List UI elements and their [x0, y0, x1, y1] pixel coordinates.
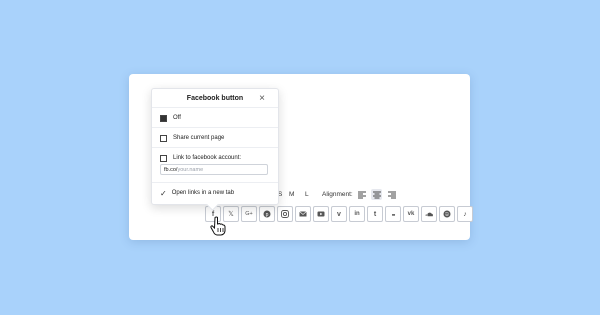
facebook-account-input[interactable]: fb.co/your.name — [160, 164, 268, 175]
vimeo-button[interactable]: v — [331, 206, 347, 222]
tumblr-icon: t — [373, 210, 377, 218]
vimeo-icon: v — [337, 210, 341, 218]
google-plus-button[interactable]: G+ — [241, 206, 257, 222]
align-center-icon — [372, 191, 381, 198]
link-placeholder: your.name — [177, 167, 204, 173]
linkedin-icon: in — [354, 211, 360, 217]
checkmark-icon[interactable]: ✓ — [160, 189, 167, 198]
spotify-button[interactable] — [439, 206, 455, 222]
youtube-button[interactable] — [313, 206, 329, 222]
option-share-current-page[interactable]: Share current page — [152, 127, 278, 148]
tumblr-button[interactable]: t — [367, 206, 383, 222]
align-right-button[interactable] — [386, 189, 397, 200]
size-l-button[interactable]: L — [305, 191, 309, 198]
flickr-icon: ●● — [391, 211, 396, 217]
google-plus-icon: G+ — [245, 211, 253, 217]
instagram-button[interactable] — [277, 206, 293, 222]
youtube-icon — [317, 211, 325, 217]
hand-pointer-cursor-icon — [210, 216, 226, 236]
option-open-new-tab[interactable]: ✓ Open links in a new tab — [152, 182, 278, 203]
tiktok-icon: ♪ — [463, 210, 467, 218]
flickr-button[interactable]: ●● — [385, 206, 401, 222]
email-icon — [299, 211, 307, 217]
align-left-button[interactable] — [356, 189, 367, 200]
close-icon[interactable]: × — [257, 94, 267, 104]
size-m-button[interactable]: M — [289, 191, 294, 198]
svg-text:p: p — [266, 212, 269, 218]
align-left-icon — [357, 191, 366, 198]
open-new-tab-label: Open links in a new tab — [171, 190, 235, 196]
x-icon: 𝕏 — [228, 211, 234, 218]
vk-icon: vk — [407, 211, 415, 217]
tiktok-button[interactable]: ♪ — [457, 206, 473, 222]
linkedin-button[interactable]: in — [349, 206, 365, 222]
align-center-button[interactable] — [371, 189, 382, 200]
social-icons-row: f 𝕏 G+ p v in t ●● vk ♪ — [205, 206, 473, 222]
instagram-icon — [281, 210, 289, 218]
align-right-icon — [387, 191, 396, 198]
checkbox-off[interactable] — [160, 114, 167, 122]
alignment-label: Alignment: — [322, 191, 353, 198]
facebook-button-popup: Facebook button × Off Share current page… — [151, 88, 279, 205]
option-off[interactable]: Off — [152, 107, 278, 128]
option-off-label: Off — [173, 115, 181, 121]
pinterest-icon: p — [263, 210, 271, 218]
checkbox-link-account[interactable] — [160, 154, 167, 162]
link-prefix: fb.co/ — [164, 167, 178, 173]
soundcloud-icon — [425, 212, 433, 217]
vk-button[interactable]: vk — [403, 206, 419, 222]
option-link-label: Link to facebook account: — [173, 155, 242, 161]
pinterest-button[interactable]: p — [259, 206, 275, 222]
spotify-icon — [443, 210, 451, 218]
email-button[interactable] — [295, 206, 311, 222]
checkbox-share-current-page[interactable] — [160, 134, 167, 142]
option-share-label: Share current page — [173, 135, 225, 141]
soundcloud-button[interactable] — [421, 206, 437, 222]
